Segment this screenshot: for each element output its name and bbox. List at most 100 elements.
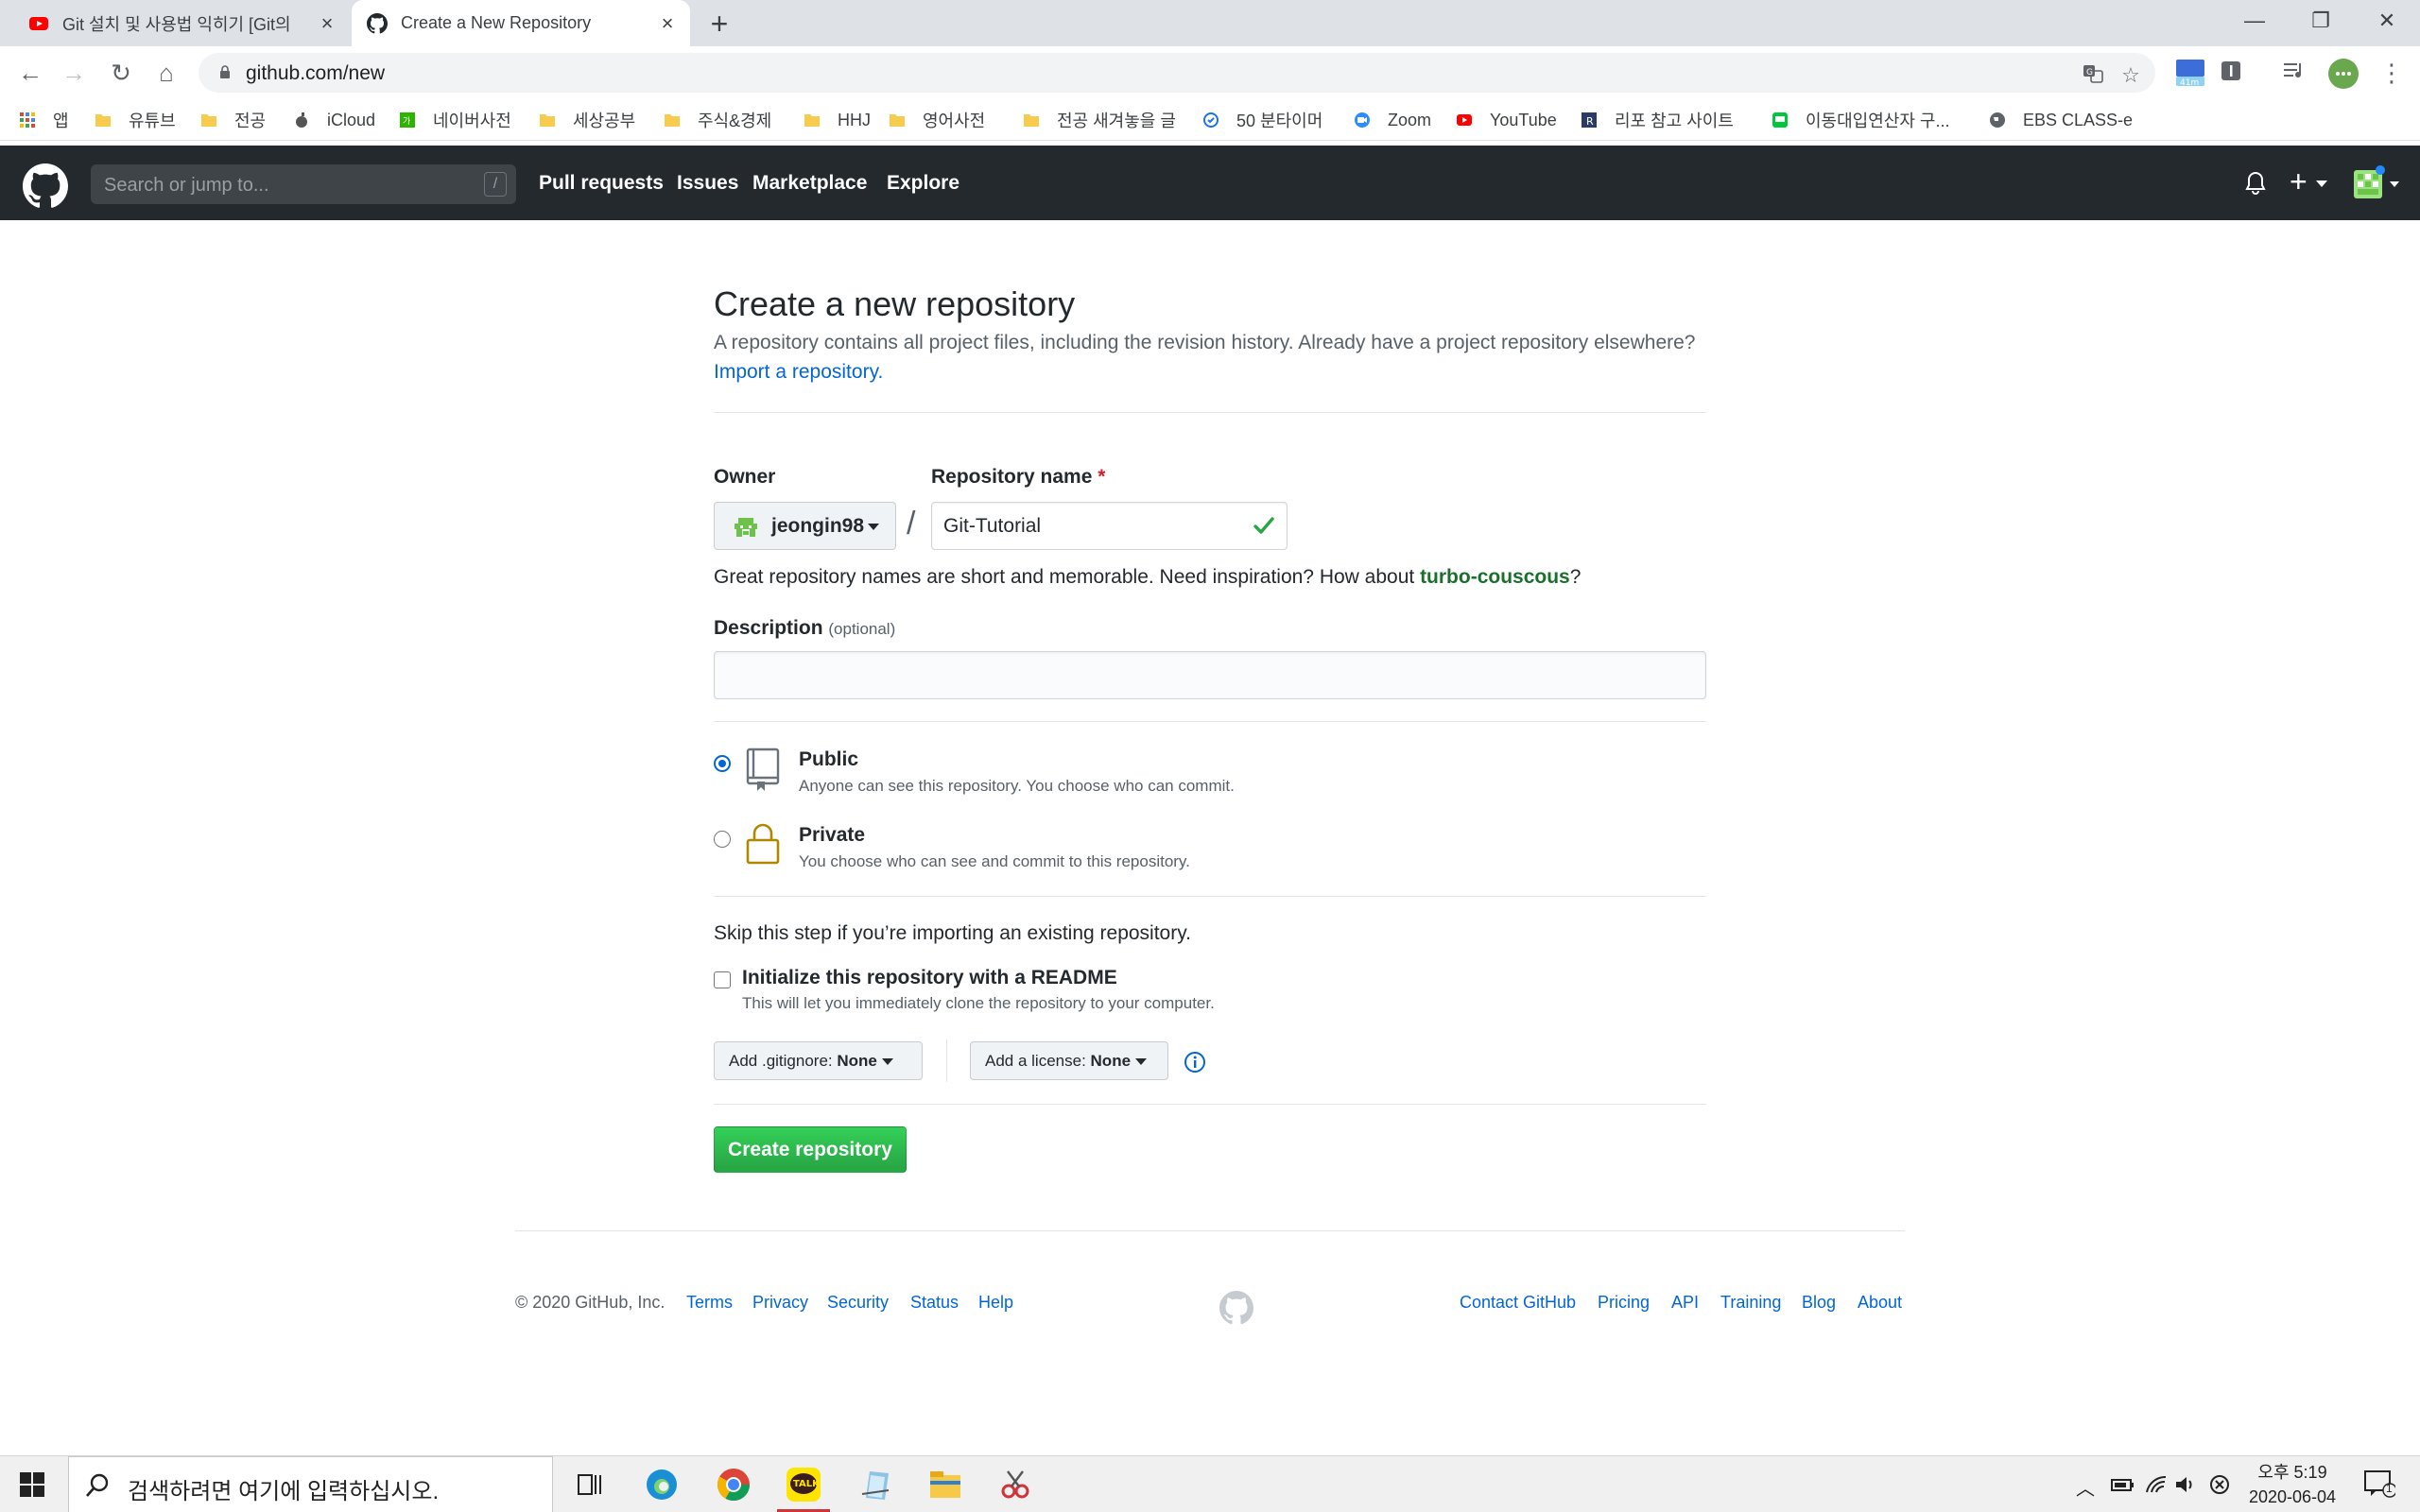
bookmark-item[interactable]: iCloud	[293, 109, 375, 131]
tab-close-button[interactable]: ×	[316, 11, 338, 35]
license-dropdown[interactable]: Add a license: None	[970, 1041, 1168, 1080]
chevron-down-icon	[881, 1058, 893, 1066]
chrome-icon[interactable]	[715, 1466, 752, 1503]
owner-name: jeongin98	[771, 515, 865, 537]
suggested-name-link[interactable]: turbo-couscous	[1420, 566, 1570, 588]
home-button[interactable]: ⌂	[151, 58, 182, 88]
public-radio[interactable]	[714, 755, 731, 772]
footer-link-api[interactable]: API	[1671, 1293, 1699, 1313]
nav-pull-requests[interactable]: Pull requests	[539, 172, 664, 195]
footer-link-contact[interactable]: Contact GitHub	[1460, 1293, 1576, 1313]
media-control-icon[interactable]	[2282, 60, 2308, 86]
owner-dropdown[interactable]: jeongin98	[714, 502, 896, 550]
bookmark-item[interactable]: 이동대입연산자 구...	[1772, 109, 1949, 131]
extension-i-icon[interactable]	[2220, 60, 2246, 86]
skip-step-text: Skip this step if you’re importing an ex…	[714, 922, 1192, 944]
bookmark-item[interactable]: YouTube	[1456, 109, 1557, 131]
footer-link-pricing[interactable]: Pricing	[1598, 1293, 1650, 1313]
apple-icon	[296, 112, 307, 128]
browser-menu-icon[interactable]: ⋮	[2377, 58, 2407, 88]
translate-icon[interactable]: G	[2080, 62, 2106, 89]
edge-icon[interactable]	[643, 1466, 681, 1503]
file-explorer-icon[interactable]	[926, 1466, 964, 1503]
volume-icon[interactable]	[2174, 1473, 2197, 1496]
footer-link-training[interactable]: Training	[1720, 1293, 1781, 1313]
bookmark-item[interactable]: 전공 새겨놓을 글	[1023, 109, 1176, 131]
bookmark-star-icon[interactable]: ☆	[2118, 62, 2144, 89]
new-tab-button[interactable]: +	[703, 8, 735, 40]
footer-link-terms[interactable]: Terms	[686, 1293, 733, 1313]
tab-close-button[interactable]: ×	[656, 11, 679, 35]
notepad-icon[interactable]	[856, 1466, 894, 1503]
naver-icon: 가	[400, 112, 415, 128]
new-menu-button[interactable]: +	[2290, 164, 2327, 199]
notification-center-icon[interactable]: 1	[2363, 1469, 2397, 1503]
description-field[interactable]	[714, 651, 1706, 699]
taskbar-clock[interactable]: 오후 5:19 2020-06-04	[2231, 1460, 2354, 1509]
window-restore-button[interactable]: ❐	[2288, 0, 2354, 42]
nav-issues[interactable]: Issues	[677, 172, 738, 195]
github-header: Search or jump to... / Pull requests Iss…	[0, 146, 2420, 220]
ime-status-icon[interactable]	[2208, 1473, 2231, 1496]
wifi-icon[interactable]	[2144, 1473, 2169, 1496]
github-footer-logo-icon[interactable]	[1219, 1291, 1253, 1325]
bookmark-item[interactable]: HHJ	[804, 109, 871, 131]
back-button[interactable]: ←	[15, 58, 45, 88]
description-input[interactable]	[715, 652, 1705, 698]
forward-button[interactable]: →	[59, 58, 89, 88]
bookmark-label: 50 분타이머	[1236, 112, 1323, 130]
notifications-bell-icon[interactable]	[2244, 171, 2267, 196]
snipping-tool-icon[interactable]	[996, 1466, 1034, 1503]
reload-button[interactable]: ↻	[106, 58, 136, 88]
bookmark-item[interactable]: 세상공부	[539, 109, 635, 131]
bookmark-item[interactable]: Zoom	[1354, 109, 1431, 131]
nav-explore[interactable]: Explore	[887, 172, 959, 195]
window-close-button[interactable]: ✕	[2354, 0, 2420, 42]
tab-youtube[interactable]: Git 설치 및 사용법 익히기 [Git의 ×	[13, 0, 350, 46]
bookmark-item[interactable]: EBS CLASS-e	[1989, 109, 2133, 131]
tab-github-new-repo[interactable]: Create a New Repository ×	[352, 0, 690, 46]
bookmark-item[interactable]: 유튜브	[95, 109, 176, 131]
nav-marketplace[interactable]: Marketplace	[752, 172, 867, 195]
bookmark-item[interactable]: 가 네이버사전	[399, 109, 511, 131]
gitignore-dropdown[interactable]: Add .gitignore: None	[714, 1041, 923, 1080]
readme-checkbox[interactable]	[714, 971, 731, 988]
task-view-icon[interactable]	[571, 1466, 609, 1503]
tray-overflow-icon[interactable]: ︿	[2076, 1473, 2095, 1501]
footer-link-privacy[interactable]: Privacy	[752, 1293, 808, 1313]
github-logo-icon[interactable]	[23, 163, 68, 209]
user-menu-avatar[interactable]	[2352, 164, 2405, 209]
bookmark-item[interactable]: R 리포 참고 사이트	[1581, 109, 1734, 131]
repository-name-input[interactable]	[932, 503, 1235, 549]
windows-start-icon[interactable]	[19, 1471, 45, 1498]
repository-name-field[interactable]	[931, 502, 1288, 550]
footer-link-help[interactable]: Help	[978, 1293, 1013, 1313]
folder-icon	[540, 114, 555, 127]
window-minimize-button[interactable]: —	[2221, 0, 2288, 42]
bookmark-label: 주식&경제	[698, 112, 772, 130]
browser-toolbar: ← → ↻ ⌂ github.com/new G ☆ 41m ⋮	[0, 46, 2420, 99]
info-icon[interactable]	[1184, 1051, 1206, 1074]
timer-icon	[1203, 112, 1219, 128]
bookmark-item[interactable]: 앱	[19, 109, 69, 131]
import-repository-link[interactable]: Import a repository.	[714, 361, 883, 384]
create-repository-button[interactable]: Create repository	[714, 1126, 907, 1173]
address-bar[interactable]: github.com/new G ☆	[199, 53, 2155, 93]
footer-link-about[interactable]: About	[1858, 1293, 1902, 1313]
bookmark-item[interactable]: 주식&경제	[664, 109, 771, 131]
kakaotalk-icon[interactable]: TALK	[777, 1466, 830, 1512]
private-radio[interactable]	[714, 831, 731, 848]
bookmark-item[interactable]: 전공	[200, 109, 266, 131]
footer-link-security[interactable]: Security	[827, 1293, 889, 1313]
profile-avatar[interactable]	[2327, 58, 2359, 89]
bookmark-item[interactable]: 영어사전	[889, 109, 985, 131]
battery-icon[interactable]	[2110, 1475, 2135, 1494]
footer-link-blog[interactable]: Blog	[1802, 1293, 1836, 1313]
github-search-input[interactable]: Search or jump to... /	[91, 164, 516, 204]
calendar-extension-icon[interactable]: 41m	[2174, 58, 2204, 88]
svg-text:가: 가	[403, 116, 410, 127]
taskbar-search-box[interactable]: 검색하려면 여기에 입력하십시오.	[68, 1456, 553, 1512]
footer-link-status[interactable]: Status	[910, 1293, 959, 1313]
bookmarks-bar: 앱 유튜브 전공 iCloud 가 네이버사전 세상공부 주식&경제 HHJ 영어사전 전공 새겨놓…	[0, 99, 2420, 141]
bookmark-item[interactable]: 50 분타이머	[1202, 109, 1322, 131]
